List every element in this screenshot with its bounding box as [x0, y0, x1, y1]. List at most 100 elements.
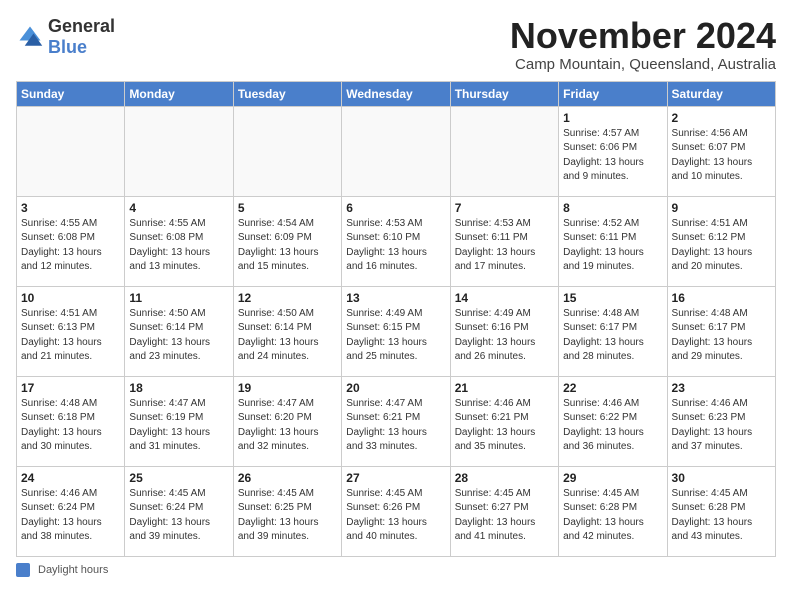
day-number: 2	[672, 111, 771, 125]
day-info: Sunrise: 4:45 AM Sunset: 6:28 PM Dayligh…	[672, 487, 771, 545]
col-header-monday: Monday	[125, 81, 233, 106]
day-number: 16	[672, 291, 771, 305]
day-info: Sunrise: 4:48 AM Sunset: 6:18 PM Dayligh…	[21, 397, 120, 455]
week-row-5: 24 Sunrise: 4:46 AM Sunset: 6:24 PM Dayli…	[17, 466, 776, 556]
col-header-saturday: Saturday	[667, 81, 775, 106]
calendar-cell: 1Sunrise: 4:57 AM Sunset: 6:06 PM Daylig…	[559, 106, 667, 196]
day-number: 26	[238, 471, 337, 485]
day-number: 14	[455, 291, 554, 305]
calendar-cell: 26 Sunrise: 4:45 AM Sunset: 6:25 PM Dayli…	[233, 466, 341, 556]
day-info: Sunrise: 4:54 AM Sunset: 6:09 PM Dayligh…	[238, 217, 337, 275]
calendar-cell: 29Sunrise: 4:45 AM Sunset: 6:28 PM Dayli…	[559, 466, 667, 556]
calendar-cell: 7 Sunrise: 4:53 AM Sunset: 6:11 PM Daylig…	[450, 196, 558, 286]
day-number: 7	[455, 201, 554, 215]
calendar-cell: 19Sunrise: 4:47 AM Sunset: 6:20 PM Dayli…	[233, 376, 341, 466]
calendar-table: SundayMondayTuesdayWednesdayThursdayFrid…	[16, 81, 776, 557]
calendar-cell: 6 Sunrise: 4:53 AM Sunset: 6:10 PM Daylig…	[342, 196, 450, 286]
calendar-cell: 30 Sunrise: 4:45 AM Sunset: 6:28 PM Dayli…	[667, 466, 775, 556]
day-number: 24	[21, 471, 120, 485]
calendar-cell	[450, 106, 558, 196]
day-info: Sunrise: 4:49 AM Sunset: 6:16 PM Dayligh…	[455, 307, 554, 365]
calendar-cell: 21Sunrise: 4:46 AM Sunset: 6:21 PM Dayli…	[450, 376, 558, 466]
day-number: 21	[455, 381, 554, 395]
calendar-cell	[233, 106, 341, 196]
week-row-4: 17 Sunrise: 4:48 AM Sunset: 6:18 PM Dayli…	[17, 376, 776, 466]
day-info: Sunrise: 4:45 AM Sunset: 6:25 PM Dayligh…	[238, 487, 337, 545]
calendar-cell: 16 Sunrise: 4:48 AM Sunset: 6:17 PM Dayli…	[667, 286, 775, 376]
calendar-cell: 12 Sunrise: 4:50 AM Sunset: 6:14 PM Dayli…	[233, 286, 341, 376]
calendar-cell	[342, 106, 450, 196]
day-info: Sunrise: 4:45 AM Sunset: 6:26 PM Dayligh…	[346, 487, 445, 545]
calendar-cell: 2Sunrise: 4:56 AM Sunset: 6:07 PM Daylig…	[667, 106, 775, 196]
col-header-wednesday: Wednesday	[342, 81, 450, 106]
day-info: Sunrise: 4:48 AM Sunset: 6:17 PM Dayligh…	[672, 307, 771, 365]
day-number: 6	[346, 201, 445, 215]
calendar-cell: 20 Sunrise: 4:47 AM Sunset: 6:21 PM Dayli…	[342, 376, 450, 466]
calendar-cell: 15Sunrise: 4:48 AM Sunset: 6:17 PM Dayli…	[559, 286, 667, 376]
calendar-cell: 8 Sunrise: 4:52 AM Sunset: 6:11 PM Daylig…	[559, 196, 667, 286]
calendar-cell: 28 Sunrise: 4:45 AM Sunset: 6:27 PM Dayli…	[450, 466, 558, 556]
day-info: Sunrise: 4:45 AM Sunset: 6:27 PM Dayligh…	[455, 487, 554, 545]
day-number: 25	[129, 471, 228, 485]
header-area: General Blue November 2024 Camp Mountain…	[16, 16, 776, 73]
day-number: 29	[563, 471, 662, 485]
calendar-header-row: SundayMondayTuesdayWednesdayThursdayFrid…	[17, 81, 776, 106]
col-header-sunday: Sunday	[17, 81, 125, 106]
day-info: Sunrise: 4:46 AM Sunset: 6:22 PM Dayligh…	[563, 397, 662, 455]
logo: General Blue	[16, 16, 115, 58]
calendar-cell: 17 Sunrise: 4:48 AM Sunset: 6:18 PM Dayli…	[17, 376, 125, 466]
col-header-friday: Friday	[559, 81, 667, 106]
day-number: 13	[346, 291, 445, 305]
calendar-cell: 27 Sunrise: 4:45 AM Sunset: 6:26 PM Dayli…	[342, 466, 450, 556]
day-info: Sunrise: 4:51 AM Sunset: 6:12 PM Dayligh…	[672, 217, 771, 275]
day-number: 3	[21, 201, 120, 215]
day-info: Sunrise: 4:48 AM Sunset: 6:17 PM Dayligh…	[563, 307, 662, 365]
day-number: 28	[455, 471, 554, 485]
footer-swatch	[16, 563, 30, 577]
day-info: Sunrise: 4:47 AM Sunset: 6:21 PM Dayligh…	[346, 397, 445, 455]
day-number: 12	[238, 291, 337, 305]
logo-blue: Blue	[48, 37, 87, 57]
day-info: Sunrise: 4:53 AM Sunset: 6:11 PM Dayligh…	[455, 217, 554, 275]
day-number: 5	[238, 201, 337, 215]
day-info: Sunrise: 4:49 AM Sunset: 6:15 PM Dayligh…	[346, 307, 445, 365]
calendar-cell	[125, 106, 233, 196]
calendar-cell: 14 Sunrise: 4:49 AM Sunset: 6:16 PM Dayli…	[450, 286, 558, 376]
day-info: Sunrise: 4:47 AM Sunset: 6:20 PM Dayligh…	[238, 397, 337, 455]
footer-label: Daylight hours	[38, 564, 108, 576]
day-number: 23	[672, 381, 771, 395]
day-number: 30	[672, 471, 771, 485]
day-number: 11	[129, 291, 228, 305]
calendar-cell: 13 Sunrise: 4:49 AM Sunset: 6:15 PM Dayli…	[342, 286, 450, 376]
day-info: Sunrise: 4:46 AM Sunset: 6:23 PM Dayligh…	[672, 397, 771, 455]
footer: Daylight hours	[16, 563, 776, 577]
day-info: Sunrise: 4:52 AM Sunset: 6:11 PM Dayligh…	[563, 217, 662, 275]
day-number: 8	[563, 201, 662, 215]
calendar-cell: 3 Sunrise: 4:55 AM Sunset: 6:08 PM Daylig…	[17, 196, 125, 286]
day-info: Sunrise: 4:53 AM Sunset: 6:10 PM Dayligh…	[346, 217, 445, 275]
day-info: Sunrise: 4:47 AM Sunset: 6:19 PM Dayligh…	[129, 397, 228, 455]
day-number: 9	[672, 201, 771, 215]
day-info: Sunrise: 4:55 AM Sunset: 6:08 PM Dayligh…	[129, 217, 228, 275]
day-number: 4	[129, 201, 228, 215]
calendar-cell: 24 Sunrise: 4:46 AM Sunset: 6:24 PM Dayli…	[17, 466, 125, 556]
calendar-cell: 18Sunrise: 4:47 AM Sunset: 6:19 PM Dayli…	[125, 376, 233, 466]
day-info: Sunrise: 4:55 AM Sunset: 6:08 PM Dayligh…	[21, 217, 120, 275]
day-number: 20	[346, 381, 445, 395]
week-row-3: 10 Sunrise: 4:51 AM Sunset: 6:13 PM Dayli…	[17, 286, 776, 376]
calendar-cell	[17, 106, 125, 196]
calendar-cell: 25Sunrise: 4:45 AM Sunset: 6:24 PM Dayli…	[125, 466, 233, 556]
day-number: 1	[563, 111, 662, 125]
day-info: Sunrise: 4:46 AM Sunset: 6:24 PM Dayligh…	[21, 487, 120, 545]
day-info: Sunrise: 4:51 AM Sunset: 6:13 PM Dayligh…	[21, 307, 120, 365]
logo-general: General	[48, 16, 115, 36]
calendar-cell: 23 Sunrise: 4:46 AM Sunset: 6:23 PM Dayli…	[667, 376, 775, 466]
col-header-thursday: Thursday	[450, 81, 558, 106]
day-info: Sunrise: 4:50 AM Sunset: 6:14 PM Dayligh…	[238, 307, 337, 365]
location-title: Camp Mountain, Queensland, Australia	[510, 56, 776, 73]
day-number: 17	[21, 381, 120, 395]
day-number: 27	[346, 471, 445, 485]
calendar-cell: 9 Sunrise: 4:51 AM Sunset: 6:12 PM Daylig…	[667, 196, 775, 286]
day-number: 10	[21, 291, 120, 305]
day-info: Sunrise: 4:50 AM Sunset: 6:14 PM Dayligh…	[129, 307, 228, 365]
